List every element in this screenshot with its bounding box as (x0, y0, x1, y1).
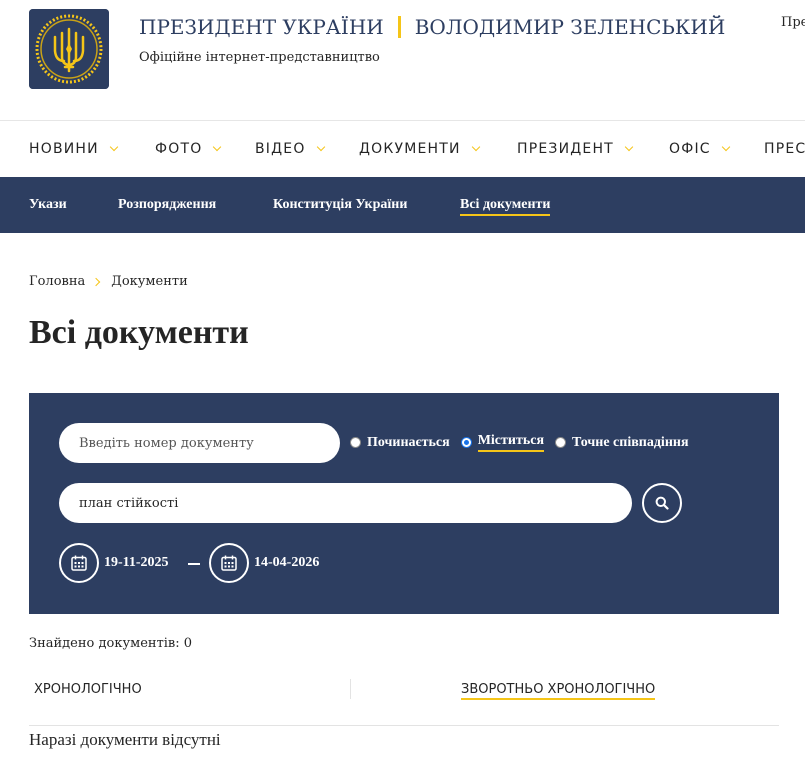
subnav-item-decrees[interactable]: Укази (29, 197, 67, 213)
search-button[interactable] (642, 483, 682, 523)
match-mode-radio-group: Починається Міститься Точне співпадіння (350, 433, 700, 452)
breadcrumb: Головна Документи (29, 274, 188, 289)
documents-subnav: Укази Розпорядження Конституція України … (0, 177, 805, 233)
nav-item-label: ДОКУМЕНТИ (359, 141, 461, 157)
site-header: ПРЕЗИДЕНТ УКРАЇНИ ВОЛОДИМИР ЗЕЛЕНСЬКИЙ О… (0, 0, 805, 120)
subnav-item-constitution[interactable]: Конституція України (273, 197, 407, 213)
nav-item-label: ОФІС (669, 141, 711, 157)
site-title[interactable]: ПРЕЗИДЕНТ УКРАЇНИ ВОЛОДИМИР ЗЕЛЕНСЬКИЙ (139, 15, 725, 39)
date-to-value: 14-04-2026 (254, 555, 320, 570)
radio-label: Точне співпадіння (572, 434, 689, 450)
sort-divider (350, 679, 351, 699)
nav-item-label: ПРЕС (764, 141, 805, 157)
chevron-right-icon (92, 277, 101, 286)
nav-item-office[interactable]: ОФІС (669, 121, 731, 177)
chevron-down-icon (624, 142, 634, 152)
subnav-item-all-documents[interactable]: Всі документи (460, 197, 551, 216)
date-from-value: 19-11-2025 (104, 555, 169, 570)
radio-label: Починається (367, 434, 450, 450)
main-navigation: НОВИНИ ФОТО ВІДЕО ДОКУМЕНТИ ПРЕЗИДЕНТ ОФ… (0, 120, 805, 177)
radio-circle (460, 437, 472, 448)
trident-emblem-icon[interactable] (29, 9, 109, 89)
chevron-down-icon (109, 142, 119, 152)
nav-item-label: ВІДЕО (255, 141, 306, 157)
nav-item-label: ПРЕЗИДЕНТ (517, 141, 614, 157)
site-subtitle: Офіційне інтернет-представництво (139, 50, 380, 65)
search-panel: Починається Міститься Точне співпадіння (29, 393, 779, 614)
document-number-input[interactable] (59, 423, 340, 463)
nav-item-video[interactable]: ВІДЕО (255, 121, 325, 177)
nav-item-press[interactable]: ПРЕС (764, 121, 805, 177)
nav-item-president[interactable]: ПРЕЗИДЕНТ (517, 121, 634, 177)
header-corner-link[interactable]: Пре (781, 15, 805, 30)
breadcrumb-current[interactable]: Документи (111, 274, 188, 289)
radio-exact-match[interactable]: Точне співпадіння (555, 435, 689, 451)
radio-circle (555, 437, 567, 448)
results-count: Знайдено документів: 0 (29, 636, 193, 651)
date-range-dash (188, 563, 200, 565)
date-to-picker[interactable]: 14-04-2026 (209, 543, 319, 583)
site-title-right: ВОЛОДИМИР ЗЕЛЕНСЬКИЙ (414, 15, 726, 39)
nav-item-label: ФОТО (155, 141, 203, 157)
radio-starts-with[interactable]: Починається (350, 435, 450, 451)
calendar-icon (209, 543, 249, 583)
chevron-down-icon (471, 142, 480, 152)
nav-item-photo[interactable]: ФОТО (155, 121, 222, 177)
radio-label: Міститься (477, 433, 545, 452)
nav-item-documents[interactable]: ДОКУМЕНТИ (359, 121, 480, 177)
page-title: Всі документи (29, 314, 249, 351)
chevron-down-icon (213, 142, 222, 152)
title-separator (397, 16, 401, 38)
date-from-picker[interactable]: 19-11-2025 (59, 543, 169, 583)
chevron-down-icon (721, 142, 731, 152)
breadcrumb-home[interactable]: Головна (29, 274, 85, 289)
empty-results-message: Наразі документи відсутні (29, 730, 221, 749)
nav-item-label: НОВИНИ (29, 141, 99, 157)
sort-reverse-chronological-tab[interactable]: ЗВОРОТНЬО ХРОНОЛОГІЧНО (461, 682, 656, 700)
subnav-item-orders[interactable]: Розпорядження (118, 197, 216, 213)
sort-bar: ХРОНОЛОГІЧНО ЗВОРОТНЬО ХРОНОЛОГІЧНО (29, 676, 779, 726)
search-icon (655, 496, 669, 510)
calendar-icon (59, 543, 99, 583)
chevron-down-icon (316, 142, 325, 152)
search-text-input[interactable] (59, 483, 632, 523)
nav-item-news[interactable]: НОВИНИ (29, 121, 119, 177)
radio-contains[interactable]: Міститься (460, 433, 545, 452)
radio-circle (350, 437, 361, 448)
site-title-left: ПРЕЗИДЕНТ УКРАЇНИ (139, 15, 384, 39)
sort-chronological-tab[interactable]: ХРОНОЛОГІЧНО (34, 682, 142, 697)
